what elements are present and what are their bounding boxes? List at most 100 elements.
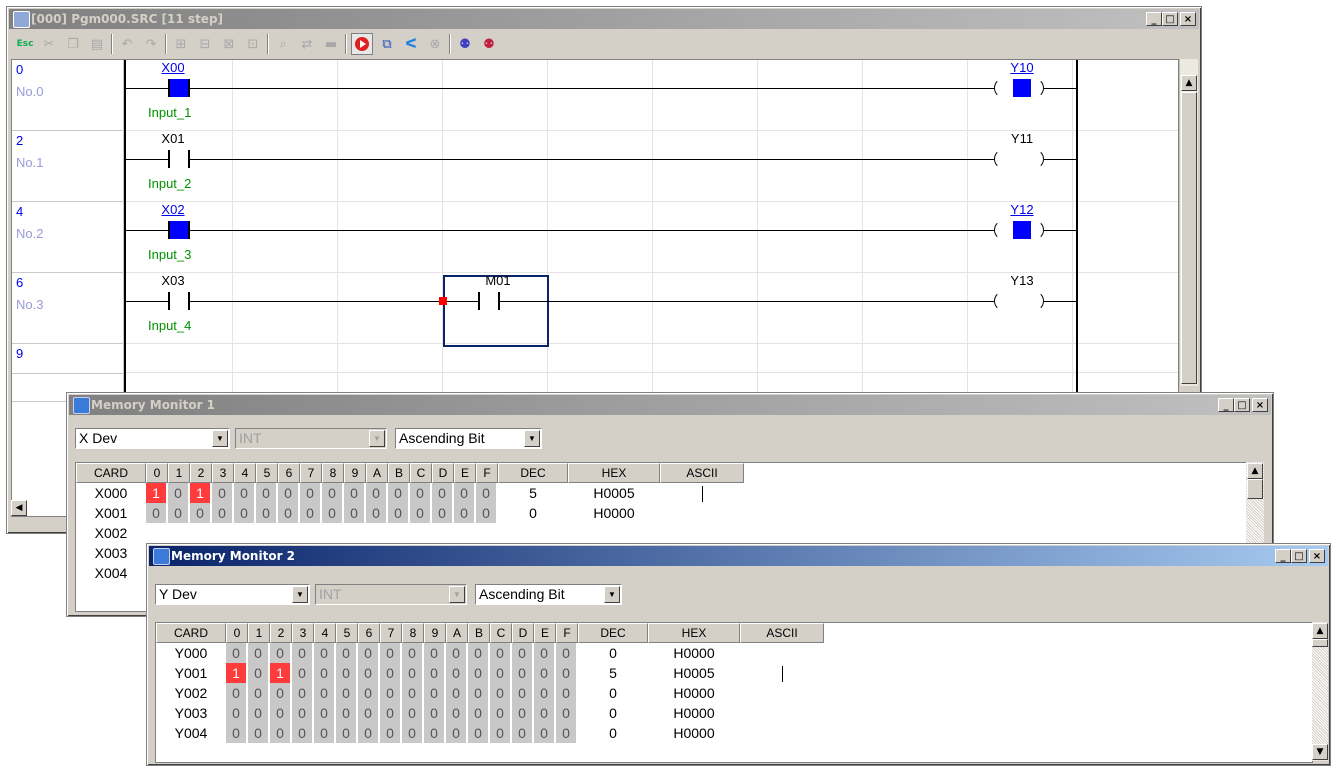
bit-cell[interactable]: 0 bbox=[270, 683, 292, 703]
scroll-up-button[interactable]: ▲ bbox=[1181, 75, 1197, 91]
column-header[interactable]: 5 bbox=[336, 623, 358, 643]
column-header[interactable]: 6 bbox=[278, 463, 300, 483]
bit-cell[interactable]: 0 bbox=[424, 663, 446, 683]
bit-cell[interactable]: 0 bbox=[468, 703, 490, 723]
column-header[interactable]: 0 bbox=[146, 463, 168, 483]
column-header[interactable]: 7 bbox=[300, 463, 322, 483]
bit-cell[interactable]: 0 bbox=[454, 503, 476, 523]
rung-label[interactable]: 2 No.1 bbox=[12, 131, 124, 202]
bit-cell[interactable]: 0 bbox=[424, 683, 446, 703]
bit-cell[interactable]: 0 bbox=[446, 663, 468, 683]
device-select[interactable]: X Dev ▼ bbox=[75, 428, 230, 449]
bit-cell[interactable]: 0 bbox=[402, 683, 424, 703]
column-header[interactable]: 1 bbox=[168, 463, 190, 483]
bit-order-select[interactable]: Ascending Bit ▼ bbox=[395, 428, 542, 449]
data-type-select[interactable]: INT ▼ bbox=[235, 428, 387, 449]
bit-cell[interactable]: 0 bbox=[344, 483, 366, 503]
column-header[interactable]: C bbox=[490, 623, 512, 643]
bit-cell[interactable]: 0 bbox=[292, 683, 314, 703]
bit-cell[interactable]: 1 bbox=[226, 663, 248, 683]
table-row[interactable]: X000 1 0 1 0 0 0 0 0 0 0 0 0 0 0 0 0 5 H0005 bbox=[76, 483, 744, 503]
column-header[interactable]: 2 bbox=[190, 463, 212, 483]
maximize-button[interactable]: □ bbox=[1291, 549, 1307, 563]
column-header[interactable]: 9 bbox=[424, 623, 446, 643]
scroll-down-button[interactable]: ▼ bbox=[1312, 744, 1328, 760]
bit-cell[interactable]: 0 bbox=[476, 483, 498, 503]
bit-cell[interactable]: 0 bbox=[468, 643, 490, 663]
bit-cell[interactable]: 0 bbox=[234, 483, 256, 503]
bit-cell[interactable]: 0 bbox=[556, 703, 578, 723]
column-header[interactable]: E bbox=[454, 463, 476, 483]
column-header[interactable]: 5 bbox=[256, 463, 278, 483]
bit-cell[interactable]: 0 bbox=[468, 683, 490, 703]
column-header[interactable]: DEC bbox=[578, 623, 648, 643]
bit-cell[interactable]: 0 bbox=[292, 663, 314, 683]
coil-left-arc[interactable] bbox=[994, 149, 1004, 169]
bit-cell[interactable]: 0 bbox=[226, 723, 248, 743]
bit-cell[interactable]: 0 bbox=[424, 643, 446, 663]
column-header[interactable]: ASCII bbox=[660, 463, 744, 483]
rung-label[interactable]: 9 bbox=[12, 344, 124, 374]
table-row[interactable]: X003 bbox=[76, 543, 146, 563]
bit-cell[interactable]: 0 bbox=[168, 483, 190, 503]
scroll-thumb[interactable] bbox=[1181, 92, 1197, 384]
bit-cell[interactable]: 0 bbox=[432, 483, 454, 503]
monitor2-title-bar[interactable]: Memory Monitor 2 _ □ × bbox=[149, 546, 1328, 566]
dropdown-arrow-icon[interactable]: ▼ bbox=[449, 586, 465, 603]
bit-cell[interactable]: 0 bbox=[402, 643, 424, 663]
column-header[interactable]: 4 bbox=[234, 463, 256, 483]
contact-left-bar[interactable] bbox=[478, 292, 480, 310]
cut-icon[interactable]: ✂ bbox=[39, 34, 59, 54]
dropdown-arrow-icon[interactable]: ▼ bbox=[524, 430, 540, 447]
monitor-window-icon[interactable]: ⧉ bbox=[377, 34, 397, 54]
insert-col-icon[interactable]: ⊠ bbox=[219, 34, 239, 54]
bit-cell[interactable]: 0 bbox=[380, 683, 402, 703]
bit-cell[interactable]: 0 bbox=[490, 643, 512, 663]
bit-cell[interactable]: 0 bbox=[248, 643, 270, 663]
bit-cell[interactable]: 0 bbox=[358, 663, 380, 683]
bit-cell[interactable]: 0 bbox=[380, 703, 402, 723]
column-header[interactable]: 3 bbox=[212, 463, 234, 483]
bit-cell[interactable]: 0 bbox=[366, 483, 388, 503]
column-header[interactable]: HEX bbox=[648, 623, 740, 643]
bit-cell[interactable]: 0 bbox=[358, 723, 380, 743]
rung-label[interactable]: 6 No.3 bbox=[12, 273, 124, 344]
bit-cell[interactable]: 0 bbox=[424, 703, 446, 723]
close-button[interactable]: × bbox=[1180, 12, 1196, 26]
column-header[interactable]: CARD bbox=[156, 623, 226, 643]
bit-cell[interactable]: 0 bbox=[336, 663, 358, 683]
bit-cell[interactable]: 0 bbox=[402, 663, 424, 683]
stop-icon[interactable]: ⊗ bbox=[425, 34, 445, 54]
bit-cell[interactable]: 0 bbox=[512, 703, 534, 723]
bit-cell[interactable]: 0 bbox=[336, 723, 358, 743]
copy-icon[interactable]: ❐ bbox=[63, 34, 83, 54]
bit-cell[interactable]: 0 bbox=[322, 483, 344, 503]
bit-cell[interactable]: 0 bbox=[314, 663, 336, 683]
bit-cell[interactable]: 0 bbox=[292, 643, 314, 663]
column-header[interactable]: 9 bbox=[344, 463, 366, 483]
bit-cell[interactable]: 0 bbox=[358, 683, 380, 703]
bit-cell[interactable]: 0 bbox=[336, 683, 358, 703]
bit-cell[interactable]: 0 bbox=[366, 503, 388, 523]
bit-cell[interactable]: 0 bbox=[248, 663, 270, 683]
dropdown-arrow-icon[interactable]: ▼ bbox=[604, 586, 620, 603]
bit-cell[interactable]: 0 bbox=[512, 643, 534, 663]
bit-cell[interactable]: 0 bbox=[512, 683, 534, 703]
column-header[interactable]: F bbox=[556, 623, 578, 643]
column-header[interactable]: D bbox=[432, 463, 454, 483]
bit-cell[interactable]: 0 bbox=[278, 503, 300, 523]
bit-cell[interactable]: 0 bbox=[226, 703, 248, 723]
column-header[interactable]: 6 bbox=[358, 623, 380, 643]
table-row[interactable]: X001 0 0 0 0 0 0 0 0 0 0 0 0 0 0 0 0 0 H0000 bbox=[76, 503, 744, 523]
column-header[interactable]: A bbox=[446, 623, 468, 643]
run-icon[interactable]: ᐸ bbox=[401, 34, 421, 54]
bit-cell[interactable]: 0 bbox=[234, 503, 256, 523]
column-header[interactable]: 4 bbox=[314, 623, 336, 643]
dropdown-arrow-icon[interactable]: ▼ bbox=[292, 586, 308, 603]
bit-cell[interactable]: 0 bbox=[556, 663, 578, 683]
bit-cell[interactable]: 0 bbox=[454, 483, 476, 503]
insert-row-icon[interactable]: ⊞ bbox=[171, 34, 191, 54]
column-header[interactable]: 0 bbox=[226, 623, 248, 643]
contact-left-bar[interactable] bbox=[168, 292, 170, 310]
table-row[interactable]: Y004 0 0 0 0 0 0 0 0 0 0 0 0 0 0 0 0 0 H0000 bbox=[156, 723, 824, 743]
